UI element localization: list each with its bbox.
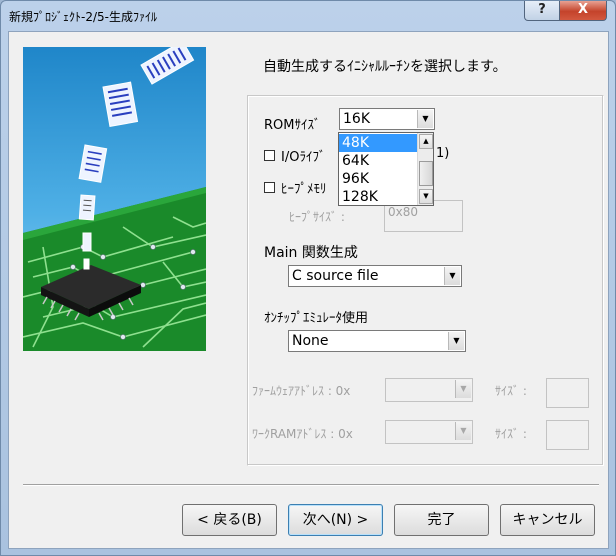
io-library-label: I/Oﾗｲﾌﾞ	[281, 150, 326, 165]
chevron-down-icon[interactable]: ▼	[455, 380, 471, 398]
title-bar[interactable]: 新規ﾌﾟﾛｼﾞｪｸﾄ-2/5-生成ﾌｧｲﾙ ? X	[1, 1, 615, 31]
cancel-button[interactable]: キャンセル	[500, 504, 595, 536]
dialog-client: 自動生成するｲﾆｼｬﾙﾙｰﾁﾝを選択します。 ROMｻｲｽﾞ 16K ▼ 48K…	[8, 31, 609, 549]
scroll-up-icon[interactable]: ▲	[419, 134, 433, 149]
finish-button[interactable]: 完了	[394, 504, 489, 536]
pcb-illustration	[23, 47, 206, 351]
workram-size-field[interactable]	[546, 420, 589, 450]
close-button[interactable]: X	[559, 1, 607, 21]
heap-size-label: ﾋｰﾌﾟｻｲｽﾞ :	[289, 210, 345, 224]
io-library-suffix: 1)	[436, 146, 450, 161]
workram-address-select[interactable]: ▼	[385, 420, 473, 444]
main-func-value: C source file	[292, 268, 379, 284]
emulator-select[interactable]: None ▼	[288, 330, 466, 352]
scroll-down-icon[interactable]: ▼	[419, 189, 433, 204]
main-func-select[interactable]: C source file ▼	[288, 265, 462, 287]
instruction-text: 自動生成するｲﾆｼｬﾙﾙｰﾁﾝを選択します。	[263, 59, 507, 75]
main-func-label: Main 関数生成	[264, 245, 358, 261]
rom-size-select[interactable]: 16K ▼	[339, 108, 435, 130]
heap-memory-label: ﾋｰﾌﾟﾒﾓﾘ	[281, 182, 327, 197]
next-button[interactable]: 次へ(N) >	[288, 504, 383, 536]
separator	[23, 484, 599, 486]
chevron-down-icon[interactable]: ▼	[417, 110, 433, 128]
dialog-window: 新規ﾌﾟﾛｼﾞｪｸﾄ-2/5-生成ﾌｧｲﾙ ? X 自動生成するｲﾆｼｬﾙﾙｰﾁ…	[0, 0, 616, 556]
rom-size-dropdown-list[interactable]: 48K 64K 96K 128K ▲ ▼	[338, 132, 434, 206]
help-button[interactable]: ?	[524, 1, 560, 21]
back-button[interactable]: < 戻る(B)	[182, 504, 277, 536]
rom-option-64k[interactable]: 64K	[339, 152, 417, 170]
firmware-size-label: ｻｲｽﾞ :	[495, 384, 527, 398]
workram-address-label: ﾜｰｸRAMｱﾄﾞﾚｽ : 0x	[252, 427, 353, 441]
window-title: 新規ﾌﾟﾛｼﾞｪｸﾄ-2/5-生成ﾌｧｲﾙ	[9, 10, 157, 24]
chevron-down-icon[interactable]: ▼	[448, 332, 464, 350]
rom-option-96k[interactable]: 96K	[339, 170, 417, 188]
emulator-label: ｵﾝﾁｯﾌﾟｴﾐｭﾚｰﾀ使用	[264, 311, 369, 326]
firmware-size-field[interactable]	[546, 378, 589, 408]
chevron-down-icon[interactable]: ▼	[455, 422, 471, 440]
scroll-thumb[interactable]	[419, 161, 433, 186]
heap-memory-checkbox[interactable]	[264, 182, 275, 193]
chevron-down-icon[interactable]: ▼	[444, 267, 460, 285]
firmware-address-label: ﾌｧｰﾑｳｪｱｱﾄﾞﾚｽ : 0x	[252, 384, 351, 398]
emulator-value: None	[292, 333, 329, 349]
io-library-checkbox[interactable]	[264, 150, 275, 161]
rom-size-value: 16K	[343, 111, 370, 127]
rom-option-128k[interactable]: 128K	[339, 188, 417, 206]
rom-option-48k[interactable]: 48K	[339, 134, 417, 152]
rom-size-label: ROMｻｲｽﾞ	[264, 118, 321, 133]
firmware-address-select[interactable]: ▼	[385, 378, 473, 402]
dropdown-scrollbar[interactable]: ▲ ▼	[417, 133, 433, 205]
workram-size-label: ｻｲｽﾞ :	[495, 427, 527, 441]
